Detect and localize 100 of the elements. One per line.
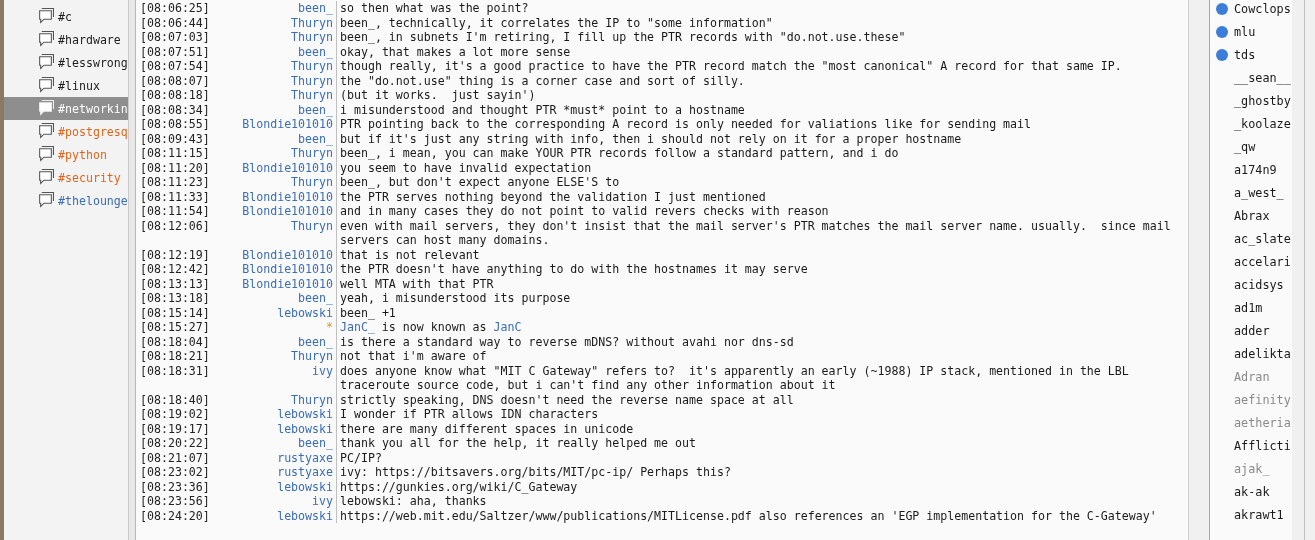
timestamp: [08:12:42] — [140, 262, 211, 277]
nickname[interactable]: Thuryn — [215, 146, 337, 161]
message-text: i misunderstood and thought PTR *must* point to a hostname — [339, 102, 746, 117]
message-text: been_, but don't expect anyone ELSE'S to — [339, 175, 621, 190]
nickname[interactable]: lebowski — [215, 479, 337, 494]
nickname[interactable]: Thuryn — [215, 15, 337, 30]
nickname[interactable]: lebowski — [215, 305, 337, 320]
nickname[interactable]: Blondie101010 — [215, 160, 337, 175]
nickname[interactable]: Thuryn — [215, 88, 337, 103]
nickname[interactable]: been_ — [215, 334, 337, 349]
splitter-bar[interactable] — [128, 0, 135, 540]
user-name[interactable]: Afflicti — [1234, 438, 1291, 453]
message-text: that is not relevant — [339, 247, 481, 262]
nickname[interactable]: Blondie101010 — [215, 117, 337, 132]
channel-item[interactable]: #linux — [4, 74, 128, 97]
nickname[interactable]: Blondie101010 — [215, 247, 337, 262]
nickname[interactable]: Thuryn — [215, 392, 337, 407]
channel-item[interactable]: #c — [4, 5, 128, 28]
channel-item[interactable]: #networkin — [4, 97, 128, 120]
user-name[interactable]: aetheria — [1234, 415, 1291, 430]
user-name[interactable]: mlu — [1234, 24, 1256, 39]
timestamp: [08:12:19] — [140, 247, 211, 262]
channel-item[interactable]: #security — [4, 166, 128, 189]
user-name[interactable]: _koolaze — [1234, 116, 1291, 131]
message-text: okay, that makes a lot more sense — [339, 44, 572, 59]
nickname[interactable]: rustyaxe — [215, 450, 337, 465]
nickname[interactable]: been_ — [215, 1, 337, 16]
nickname[interactable]: lebowski — [215, 407, 337, 422]
timestamp: [08:18:31] — [140, 363, 211, 380]
message-text: PC/IP? — [339, 450, 383, 465]
user-name[interactable]: a_west_ — [1234, 185, 1284, 200]
message-text: ivy: https://bitsavers.org/bits/MIT/pc-ip/ Perhaps this? — [339, 465, 732, 480]
user-name[interactable]: ad1m — [1234, 300, 1263, 315]
nickname[interactable]: rustyaxe — [215, 465, 337, 480]
nickname[interactable]: Thuryn — [215, 73, 337, 88]
nickname[interactable]: Blondie101010 — [215, 262, 337, 277]
user-name[interactable]: ajak_ — [1234, 461, 1270, 476]
user-name[interactable]: _ghostby — [1234, 93, 1291, 108]
message-text: and in many cases they do not point to valid revers checks with reason — [339, 204, 830, 219]
nickname[interactable]: been_ — [215, 131, 337, 146]
nickname[interactable]: Thuryn — [215, 349, 337, 364]
timestamp: [08:18:40] — [140, 392, 211, 407]
user-name[interactable]: Cowclops — [1234, 1, 1291, 16]
user-name[interactable]: akrawt1 — [1234, 507, 1284, 522]
message-text: though really, it's a good practice to have the PTR record match the "most canonical" A record for that same IP. — [339, 59, 1123, 74]
nickname[interactable]: ivy — [215, 494, 337, 509]
nickname[interactable]: been_ — [215, 291, 337, 306]
nickname[interactable]: Blondie101010 — [215, 204, 337, 219]
timestamp: [08:07:54] — [140, 59, 211, 74]
user-name[interactable]: acidsys — [1234, 277, 1284, 292]
nickname[interactable]: Blondie101010 — [215, 276, 337, 291]
channel-item[interactable]: #lesswrong — [4, 51, 128, 74]
nickname[interactable]: Thuryn — [215, 218, 337, 248]
user-name[interactable]: Abrax — [1234, 208, 1270, 223]
nickname[interactable]: Thuryn — [215, 175, 337, 190]
message-text: is now known as — [381, 320, 487, 335]
message-text: not that i'm aware of — [339, 349, 488, 364]
message-text: https://gunkies.org/wiki/C_Gateway — [339, 479, 579, 494]
user-name[interactable]: _qw — [1234, 139, 1256, 154]
message-text: been_, technically, it correlates the IP to "some information" — [339, 15, 774, 30]
user-name[interactable]: ak-ak — [1234, 484, 1270, 499]
channel-item[interactable]: #thelounge — [4, 189, 128, 212]
nickname[interactable]: JanC_ — [340, 320, 375, 335]
nickname[interactable]: been_ — [215, 436, 337, 451]
user-name[interactable]: accelari — [1234, 254, 1291, 269]
message-text: (but it works. just sayin') — [339, 88, 537, 103]
channel-name: #linux — [58, 78, 100, 93]
nickname[interactable]: JanC — [493, 320, 522, 335]
timestamp: [08:19:17] — [140, 421, 211, 436]
nickname[interactable]: ivy — [215, 363, 337, 393]
channel-item[interactable]: #python — [4, 143, 128, 166]
timestamp: [08:11:23] — [140, 175, 211, 190]
scrollbar-track[interactable] — [1188, 0, 1210, 540]
user-name[interactable]: aefinity — [1234, 392, 1291, 407]
nickname[interactable]: Thuryn — [215, 30, 337, 45]
message-text: been_, i mean, you can make YOUR PTR records follow a standard pattern, and i do — [339, 146, 900, 161]
message-text: https://web.mit.edu/Saltzer/www/publications/MITLicense.pdf also references an 'EGP implementation for the C-Gateway' — [339, 508, 1158, 523]
user-name[interactable]: a174n9 — [1234, 162, 1277, 177]
user-name[interactable]: tds — [1234, 47, 1256, 62]
speech-bubble-icon — [37, 123, 54, 140]
message-text: even with mail servers, they don't insist that the mail server's PTR matches the mail server name. usually. since mail servers can host many domains. — [339, 218, 1172, 248]
timestamp: [08:07:51] — [140, 44, 211, 59]
nickname[interactable]: been_ — [215, 44, 337, 59]
user-name[interactable]: adelikta — [1234, 346, 1291, 361]
message-text: is there a standard way to reverse mDNS? without avahi nor dns-sd — [339, 334, 795, 349]
timestamp: [08:11:15] — [140, 146, 211, 161]
channel-item[interactable]: #hardware — [4, 28, 128, 51]
nickname[interactable]: Blondie101010 — [215, 189, 337, 204]
user-name[interactable]: Adran — [1234, 369, 1270, 384]
user-name[interactable]: __sean__ — [1234, 70, 1291, 85]
nickname[interactable]: lebowski — [215, 508, 337, 523]
nickname[interactable]: Thuryn — [215, 59, 337, 74]
channel-item[interactable]: #postgresq — [4, 120, 128, 143]
nickname[interactable]: been_ — [215, 102, 337, 117]
timestamp: [08:11:54] — [140, 204, 211, 219]
user-name[interactable]: ac_slate — [1234, 231, 1291, 246]
user-name[interactable]: adder — [1234, 323, 1270, 338]
speech-bubble-icon — [37, 192, 54, 209]
message-text: thank you all for the help, it really helped me out — [339, 436, 697, 451]
nickname[interactable]: lebowski — [215, 421, 337, 436]
